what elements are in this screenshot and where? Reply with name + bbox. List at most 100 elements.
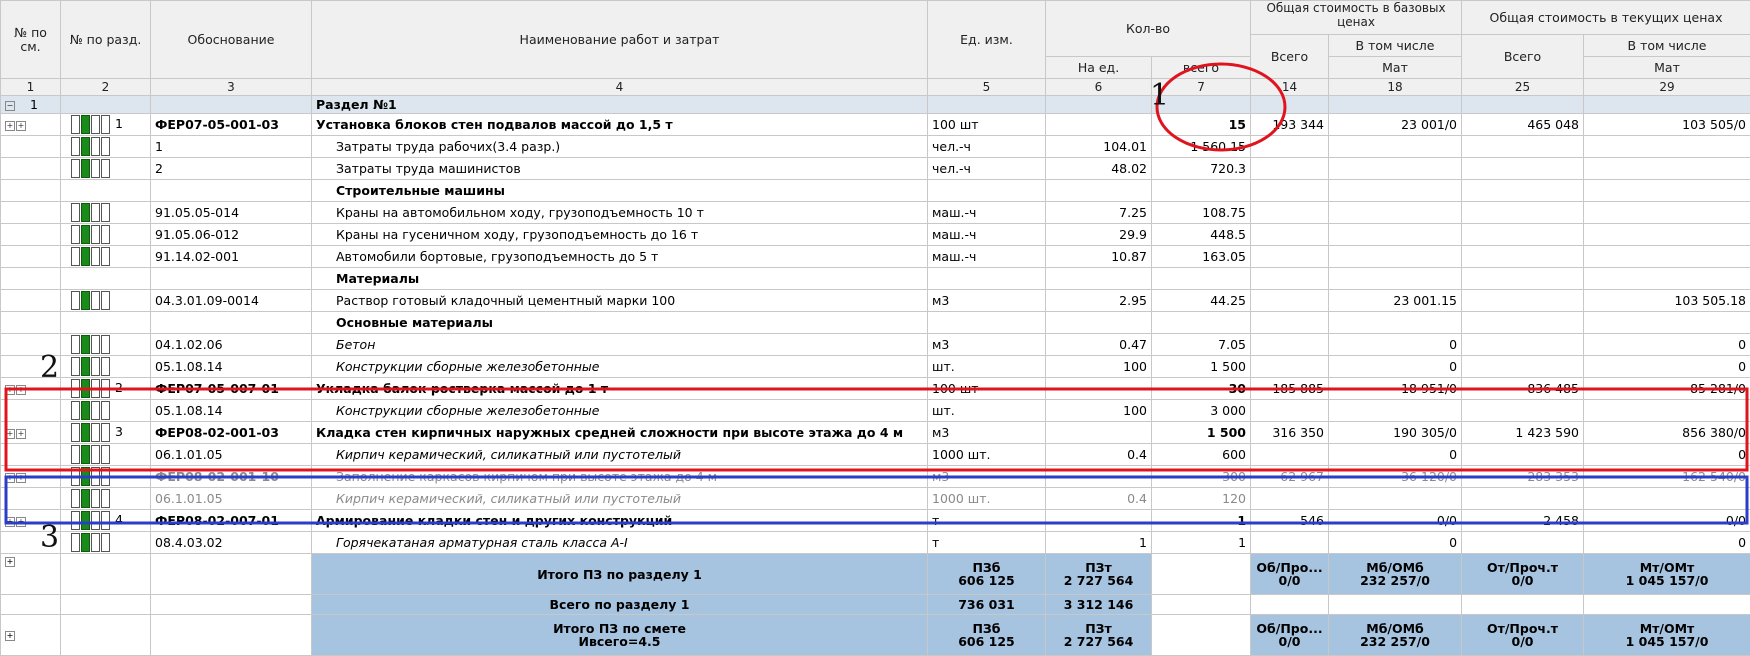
row-base-total: 546 <box>1251 510 1329 532</box>
row-base-total <box>1251 444 1329 466</box>
expand-icon[interactable]: + <box>5 473 15 483</box>
row-name: Конструкции сборные железобетонные <box>312 356 928 378</box>
expand-icon[interactable]: + <box>5 429 15 439</box>
col-header-qty-total[interactable]: всего <box>1152 57 1251 79</box>
row-qty-total: 1 500 <box>1152 356 1251 378</box>
table-row[interactable]: 06.1.01.05Кирпич керамический, силикатны… <box>1 444 1750 466</box>
expand-icon[interactable]: + <box>5 385 15 395</box>
row-code: ФЕР07-05-007-01 <box>151 378 312 400</box>
expand-icon[interactable]: + <box>16 517 26 527</box>
expand-icon[interactable]: + <box>16 473 26 483</box>
col-header-base-incl[interactable]: В том числе <box>1329 35 1462 57</box>
row-code: ФЕР08-02-001-10 <box>151 466 312 488</box>
table-row[interactable]: 05.1.08.14Конструкции сборные железобето… <box>1 356 1750 378</box>
ob-value: 0/0 <box>1279 573 1301 588</box>
row-number: 3 <box>115 424 123 439</box>
row-per-unit: 100 <box>1046 356 1152 378</box>
mt-value: 1 045 157/0 <box>1626 634 1709 649</box>
col-header-num[interactable]: № по см. <box>1 1 61 79</box>
col-header-qty[interactable]: Кол-во <box>1046 1 1251 57</box>
row-base-total: 316 350 <box>1251 422 1329 444</box>
expand-icon[interactable]: + <box>16 121 26 131</box>
table-row[interactable]: Основные материалы <box>1 312 1750 334</box>
row-status-cell <box>61 400 151 422</box>
table-row[interactable]: 06.1.01.05Кирпич керамический, силикатны… <box>1 488 1750 510</box>
row-base-mat <box>1329 488 1462 510</box>
row-qty-total <box>1152 312 1251 334</box>
table-row[interactable]: ++2ФЕР07-05-007-01Укладка балок ростверк… <box>1 378 1750 400</box>
row-per-unit <box>1046 312 1152 334</box>
section-row[interactable]: − 1 Раздел №1 <box>1 96 1750 114</box>
row-code: 91.05.05-014 <box>151 202 312 224</box>
expand-icon[interactable]: + <box>5 557 15 567</box>
table-row[interactable]: 1Затраты труда рабочих(3.4 разр.)чел.-ч1… <box>1 136 1750 158</box>
table-row[interactable]: ++3ФЕР08-02-001-03Кладка стен кирпичных … <box>1 422 1750 444</box>
table-row[interactable]: 91.05.06-012Краны на гусеничном ходу, гр… <box>1 224 1750 246</box>
row-qty-total: 1 <box>1152 510 1251 532</box>
row-qty-total: 448.5 <box>1152 224 1251 246</box>
collapse-icon[interactable]: − <box>5 101 15 111</box>
row-base-mat <box>1329 224 1462 246</box>
table-row[interactable]: Строительные машины <box>1 180 1750 202</box>
table-row[interactable]: 91.14.02-001Автомобили бортовые, грузопо… <box>1 246 1750 268</box>
col-number: 5 <box>928 79 1046 96</box>
table-row[interactable]: 05.1.08.14Конструкции сборные железобето… <box>1 400 1750 422</box>
table-row[interactable]: 08.4.03.02Горячекатаная арматурная сталь… <box>1 532 1750 554</box>
ot-value: 0/0 <box>1512 634 1534 649</box>
table-row[interactable]: ++1ФЕР07-05-001-03Установка блоков стен … <box>1 114 1750 136</box>
row-per-unit <box>1046 180 1152 202</box>
expand-icon[interactable]: + <box>5 631 15 641</box>
row-per-unit: 10.87 <box>1046 246 1152 268</box>
col-header-cur-mat[interactable]: Мат <box>1584 57 1750 79</box>
row-status-cell <box>61 202 151 224</box>
col-header-section-num[interactable]: № по разд. <box>61 1 151 79</box>
row-cur-total <box>1462 202 1584 224</box>
row-unit: м3 <box>928 422 1046 444</box>
row-base-mat <box>1329 268 1462 290</box>
row-cur-mat: 0/0 <box>1584 510 1750 532</box>
col-number: 14 <box>1251 79 1329 96</box>
table-row[interactable]: Материалы <box>1 268 1750 290</box>
row-unit: шт. <box>928 400 1046 422</box>
col-header-basis[interactable]: Обоснование <box>151 1 312 79</box>
section-all-current: 3 312 146 <box>1046 595 1152 615</box>
row-base-mat <box>1329 246 1462 268</box>
row-cur-mat <box>1584 400 1750 422</box>
col-header-unit[interactable]: Ед. изм. <box>928 1 1046 79</box>
table-row[interactable]: 2Затраты труда машинистовчел.-ч48.02720.… <box>1 158 1750 180</box>
status-bars-icon <box>71 335 111 354</box>
row-code: 1 <box>151 136 312 158</box>
row-expand-cell: ++ <box>1 422 61 444</box>
row-cur-total <box>1462 224 1584 246</box>
row-per-unit <box>1046 378 1152 400</box>
col-header-name[interactable]: Наименование работ и затрат <box>312 1 928 79</box>
col-header-cur-incl[interactable]: В том числе <box>1584 35 1750 57</box>
row-cur-mat: 0 <box>1584 356 1750 378</box>
row-per-unit: 0.47 <box>1046 334 1152 356</box>
expand-icon[interactable]: + <box>5 121 15 131</box>
expand-icon[interactable]: + <box>16 429 26 439</box>
row-name: Бетон <box>312 334 928 356</box>
row-status-cell <box>61 224 151 246</box>
table-row[interactable]: 91.05.05-014Краны на автомобильном ходу,… <box>1 202 1750 224</box>
table-row[interactable]: 04.3.01.09-0014Раствор готовый кладочный… <box>1 290 1750 312</box>
col-header-base-cost[interactable]: Общая стоимость в базовых ценах <box>1251 1 1462 35</box>
row-cur-mat <box>1584 158 1750 180</box>
row-cur-mat <box>1584 312 1750 334</box>
row-number: 4 <box>115 512 123 527</box>
table-row[interactable]: ++ ФЕР08-02-001-10Заполнение каркасов кир… <box>1 466 1750 488</box>
row-status-cell <box>61 444 151 466</box>
row-cur-mat <box>1584 136 1750 158</box>
col-header-base-mat[interactable]: Мат <box>1329 57 1462 79</box>
table-row[interactable]: 04.1.02.06Бетонм30.477.0500 <box>1 334 1750 356</box>
expand-icon[interactable]: + <box>16 385 26 395</box>
col-header-cur-total[interactable]: Всего <box>1462 35 1584 79</box>
table-row[interactable]: ++4ФЕР08-02-007-01Армирование кладки сте… <box>1 510 1750 532</box>
row-name: Заполнение каркасов кирпичом при высоте … <box>312 466 928 488</box>
col-header-current-cost[interactable]: Общая стоимость в текущих ценах <box>1462 1 1750 35</box>
row-expand-cell: ++ <box>1 114 61 136</box>
expand-icon[interactable]: + <box>5 517 15 527</box>
row-expand-cell <box>1 136 61 158</box>
col-header-base-total[interactable]: Всего <box>1251 35 1329 79</box>
col-header-per-unit[interactable]: На ед. <box>1046 57 1152 79</box>
